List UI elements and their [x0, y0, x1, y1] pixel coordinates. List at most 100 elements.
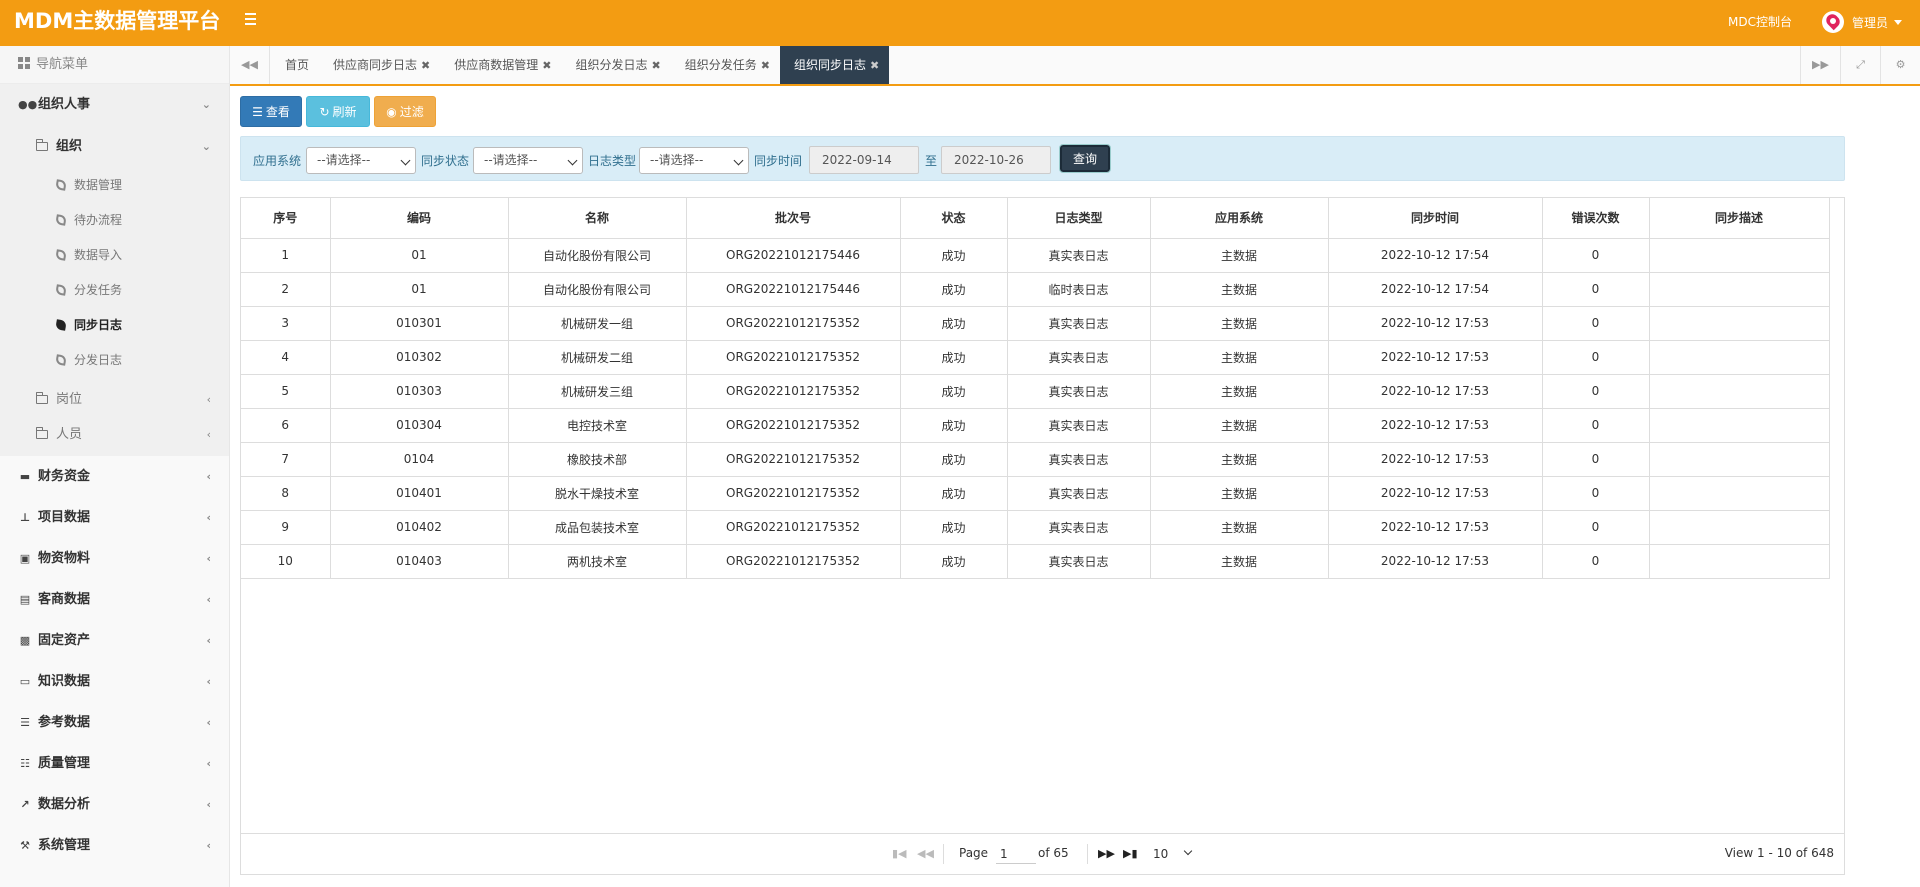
- tab-scroll-left-button[interactable]: ◀◀: [230, 46, 270, 84]
- toolbar: ☰ 查看 ↻ 刷新 ◉ 过滤: [240, 96, 436, 127]
- sidebar-item-data-import[interactable]: 数据导入: [0, 238, 229, 273]
- tab-supplier-data-manage[interactable]: 供应商数据管理 ✖: [440, 46, 561, 84]
- table-row[interactable]: 6 010304 电控技术室 ORG20221012175352 成功 真实表日志 主数据 2…: [241, 407, 1830, 443]
- tab-org-dist-log[interactable]: 组织分发日志 ✖: [561, 46, 670, 84]
- col-header-sync-time[interactable]: 同步时间: [1327, 198, 1543, 239]
- col-header-log-type[interactable]: 日志类型: [1006, 198, 1151, 239]
- close-icon[interactable]: ✖: [421, 59, 430, 72]
- sidebar-item-system[interactable]: ⚒ 系统管理 ‹: [0, 825, 229, 866]
- sidebar-item-project[interactable]: ⊥ 项目数据 ‹: [0, 497, 229, 538]
- col-header-batch[interactable]: 批次号: [685, 198, 901, 239]
- sidebar-item-quality[interactable]: ☷ 质量管理 ‹: [0, 743, 229, 784]
- cell-code: 0104: [329, 441, 509, 477]
- sidebar-item-dist-log[interactable]: 分发日志: [0, 343, 229, 378]
- page-size-select[interactable]: 10: [1153, 844, 1195, 864]
- cell-name: 成品包装技术室: [507, 509, 687, 545]
- cell-status: 成功: [899, 305, 1008, 341]
- cell-app-system: 主数据: [1149, 543, 1329, 579]
- first-page-icon[interactable]: ▮◀: [892, 847, 907, 860]
- cell-status: 成功: [899, 237, 1008, 273]
- sidebar-item-fixed-asset[interactable]: ▩ 固定资产 ‹: [0, 620, 229, 661]
- sidebar-item-dist-task[interactable]: 分发任务: [0, 273, 229, 308]
- cell-name: 电控技术室: [507, 407, 687, 443]
- log-type-select[interactable]: --请选择--: [639, 147, 749, 174]
- credit-card-icon: ▬: [19, 470, 31, 483]
- sidebar-item-customer[interactable]: ▤ 客商数据 ‹: [0, 579, 229, 620]
- cell-batch: ORG20221012175352: [685, 543, 901, 579]
- console-link[interactable]: MDC控制台: [1728, 13, 1792, 30]
- prev-page-icon[interactable]: ◀◀: [917, 847, 934, 860]
- cell-sync-time: 2022-10-12 17:53: [1327, 543, 1543, 579]
- col-header-index[interactable]: 序号: [241, 198, 331, 239]
- page-number-input[interactable]: 1: [996, 844, 1036, 864]
- table-row[interactable]: 8 010401 脱水干燥技术室 ORG20221012175352 成功 真实表日志 主数…: [241, 475, 1830, 511]
- date-to-input[interactable]: 2022-10-26: [941, 146, 1051, 174]
- sidebar-item-finance[interactable]: ▬ 财务资金 ‹: [0, 456, 229, 497]
- col-header-app-system[interactable]: 应用系统: [1149, 198, 1329, 239]
- sidebar-item-org-hr[interactable]: ●●组织人事 ⌄: [0, 84, 229, 125]
- col-header-name[interactable]: 名称: [507, 198, 687, 239]
- table-row[interactable]: 4 010302 机械研发二组 ORG20221012175352 成功 真实表日志 主数据…: [241, 339, 1830, 375]
- leaf-icon: [55, 354, 67, 366]
- cell-sync-desc: [1648, 305, 1830, 341]
- table-row[interactable]: 2 01 自动化股份有限公司 ORG20221012175446 成功 临时表日志 主数据 2…: [241, 271, 1830, 307]
- view-button[interactable]: ☰ 查看: [240, 96, 302, 127]
- sidebar-item-analysis[interactable]: ↗ 数据分析 ‹: [0, 784, 229, 825]
- sidebar-item-post[interactable]: 岗位 ‹: [0, 382, 229, 417]
- tab-org-dist-task[interactable]: 组织分发任务 ✖: [671, 46, 780, 84]
- table-row[interactable]: 5 010303 机械研发三组 ORG20221012175352 成功 真实表日志 主数据…: [241, 373, 1830, 409]
- tab-supplier-sync-log[interactable]: 供应商同步日志 ✖: [319, 46, 440, 84]
- sidebar-item-material[interactable]: ▣ 物资物料 ‹: [0, 538, 229, 579]
- close-icon[interactable]: ✖: [652, 59, 661, 72]
- refresh-button[interactable]: ↻ 刷新: [306, 96, 370, 127]
- sidebar-item-knowledge[interactable]: ▭ 知识数据 ‹: [0, 661, 229, 702]
- cell-index: 9: [241, 509, 331, 545]
- sidebar-item-person[interactable]: 人员 ‹: [0, 417, 229, 456]
- users-icon: ●●: [18, 98, 38, 111]
- col-header-code[interactable]: 编码: [329, 198, 509, 239]
- cell-log-type: 真实表日志: [1006, 407, 1151, 443]
- filter-button[interactable]: ◉ 过滤: [374, 96, 436, 127]
- tab-scroll-right-button[interactable]: ▶▶: [1800, 46, 1840, 84]
- sidebar-item-data-manage[interactable]: 数据管理: [0, 168, 229, 203]
- table-row[interactable]: 7 0104 橡胶技术部 ORG20221012175352 成功 真实表日志 主数据 202…: [241, 441, 1830, 477]
- sync-status-label: 同步状态: [421, 154, 470, 168]
- refresh-icon: ↻: [319, 105, 330, 119]
- close-icon[interactable]: ✖: [542, 59, 551, 72]
- cell-name: 自动化股份有限公司: [507, 271, 687, 307]
- tab-org-sync-log[interactable]: 组织同步日志 ✖: [779, 46, 890, 84]
- col-header-sync-desc[interactable]: 同步描述: [1648, 198, 1830, 239]
- cell-sync-time: 2022-10-12 17:54: [1327, 237, 1543, 273]
- app-system-select[interactable]: --请选择--: [306, 147, 416, 174]
- user-menu[interactable]: 管理员: [1822, 9, 1903, 35]
- app-system-label: 应用系统: [253, 154, 302, 168]
- table-row[interactable]: 1 01 自动化股份有限公司 ORG20221012175446 成功 真实表日志 主数据 2…: [241, 237, 1830, 273]
- cell-sync-time: 2022-10-12 17:53: [1327, 339, 1543, 375]
- folder-icon: [35, 139, 48, 151]
- menu-toggle-button[interactable]: [240, 10, 262, 32]
- sidebar-item-sync-log[interactable]: 同步日志: [0, 308, 229, 343]
- next-page-icon[interactable]: ▶▶: [1098, 847, 1115, 860]
- col-header-error-count[interactable]: 错误次数: [1541, 198, 1650, 239]
- sidebar-item-reference[interactable]: ☰ 参考数据 ‹: [0, 702, 229, 743]
- table-row[interactable]: 9 010402 成品包装技术室 ORG20221012175352 成功 真实表日志 主数…: [241, 509, 1830, 545]
- record-range: View 1 - 10 of 648: [1724, 846, 1834, 860]
- chevron-left-icon: ‹: [206, 798, 211, 811]
- sidebar-item-todo-flow[interactable]: 待办流程: [0, 203, 229, 238]
- gear-icon[interactable]: ⚙: [1880, 46, 1920, 84]
- table-row[interactable]: 3 010301 机械研发一组 ORG20221012175352 成功 真实表日志 主数据…: [241, 305, 1830, 341]
- chevron-left-icon: ‹: [206, 428, 211, 441]
- fullscreen-icon[interactable]: ⤢: [1840, 46, 1880, 84]
- table-row[interactable]: 10 010403 两机技术室 ORG20221012175352 成功 真实表日志 主数据…: [241, 543, 1830, 579]
- date-to-label: 至: [925, 154, 938, 168]
- date-from-input[interactable]: 2022-09-14: [809, 146, 919, 174]
- query-button[interactable]: 查询: [1059, 144, 1111, 173]
- cell-sync-time: 2022-10-12 17:53: [1327, 305, 1543, 341]
- sidebar-item-org[interactable]: 组织 ⌄: [0, 125, 229, 168]
- close-icon[interactable]: ✖: [870, 59, 879, 72]
- close-icon[interactable]: ✖: [761, 59, 770, 72]
- col-header-status[interactable]: 状态: [899, 198, 1008, 239]
- tab-home[interactable]: 首页: [271, 46, 319, 84]
- sync-status-select[interactable]: --请选择--: [473, 147, 583, 174]
- last-page-icon[interactable]: ▶▮: [1123, 847, 1138, 860]
